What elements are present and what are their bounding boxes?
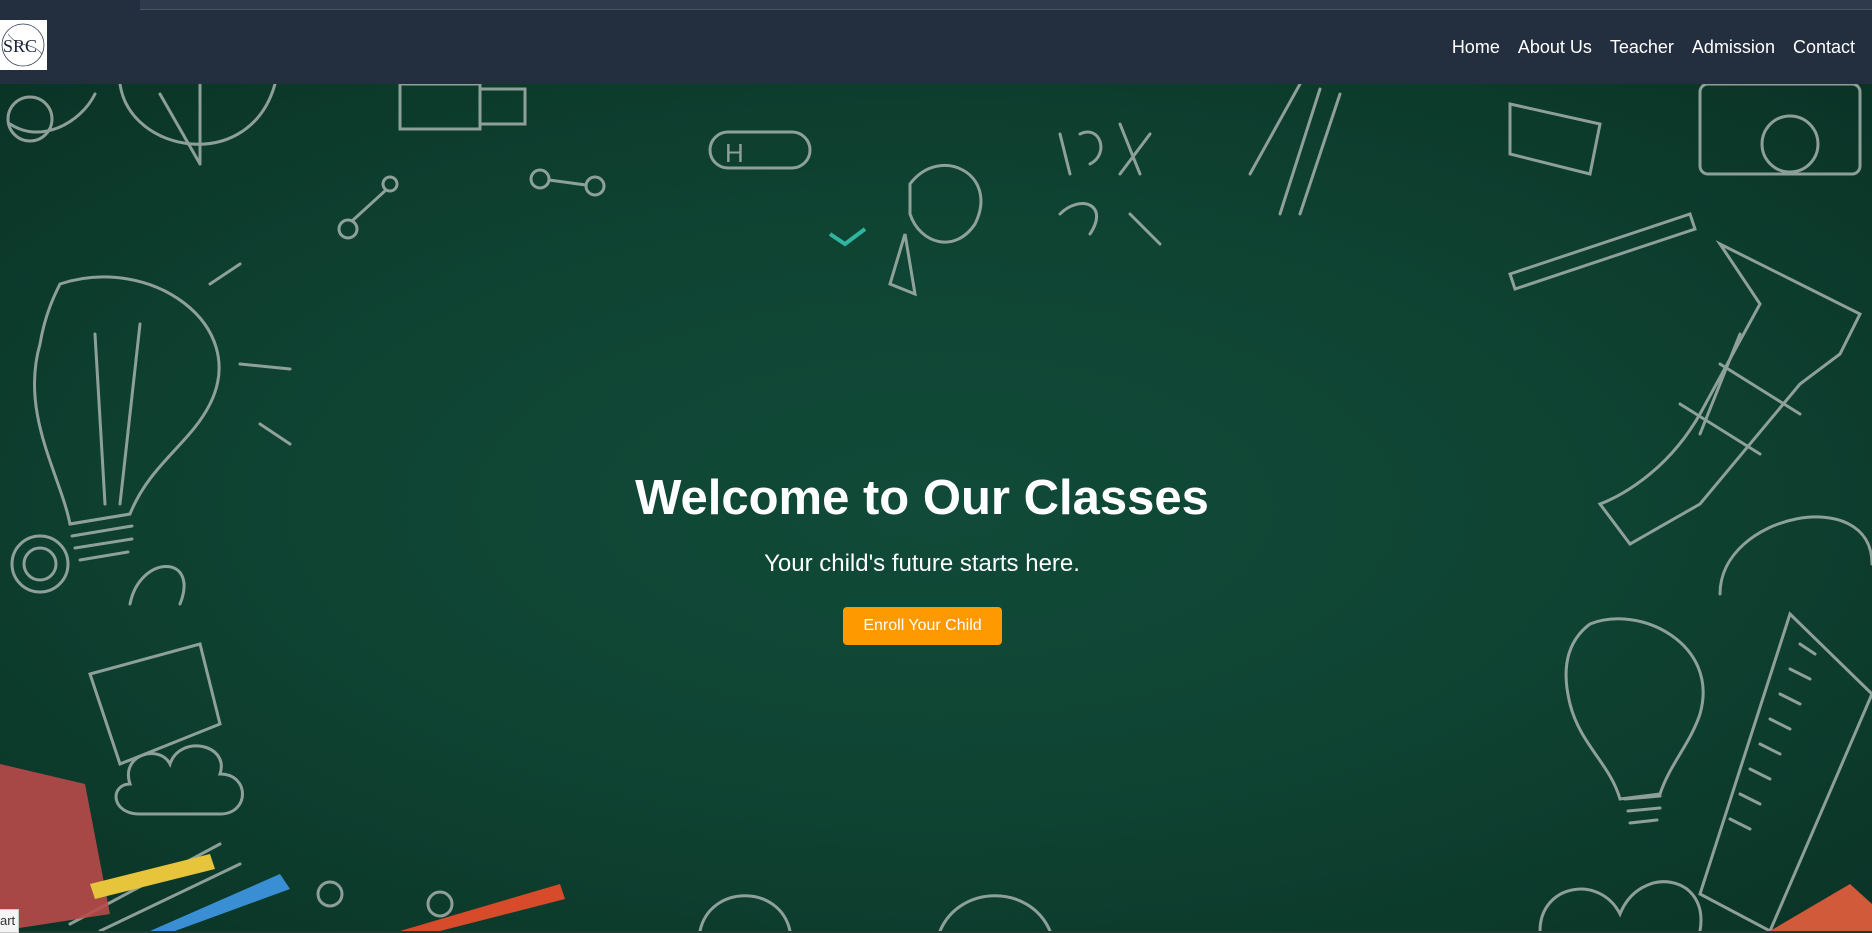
nav-link-admission[interactable]: Admission [1683,36,1784,58]
status-tooltip: art [0,909,20,933]
nav-links: Home About Us Teacher Admission Contact [1443,36,1864,58]
src-logo-icon: SRC [1,23,45,67]
navbar: SRC Home About Us Teacher Admission Cont… [0,12,1872,84]
hero-content: Welcome to Our Classes Your child's futu… [0,84,1872,931]
nav-link-home[interactable]: Home [1443,36,1509,58]
top-scroll-bar [140,0,1872,10]
hero-section: H Welcome to Our Classes Your child's fu… [0,84,1872,931]
site-logo[interactable]: SRC [0,20,47,70]
svg-text:SRC: SRC [3,36,37,56]
browser-top-strip [0,0,1872,12]
hero-subtitle: Your child's future starts here. [764,550,1080,577]
nav-link-contact[interactable]: Contact [1784,36,1864,58]
nav-link-teacher[interactable]: Teacher [1601,36,1683,58]
enroll-button[interactable]: Enroll Your Child [843,607,1002,645]
hero-title: Welcome to Our Classes [635,471,1209,525]
nav-link-about-us[interactable]: About Us [1509,36,1601,58]
